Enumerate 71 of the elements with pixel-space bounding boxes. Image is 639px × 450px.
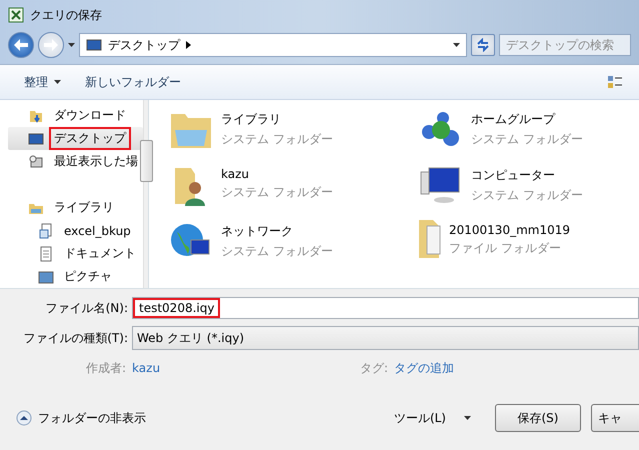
save-button[interactable]: 保存(S) <box>495 404 581 432</box>
back-arrow-icon <box>14 39 28 51</box>
file-type: システム フォルダー <box>221 131 333 148</box>
file-item[interactable]: kazu システム フォルダー <box>169 164 419 220</box>
document-icon <box>38 246 54 262</box>
history-caret-icon <box>68 43 75 47</box>
cancel-button[interactable]: キャ <box>591 404 639 432</box>
tags-label: タグ: <box>360 360 388 376</box>
folder-icon <box>419 220 441 258</box>
sidebar-item[interactable]: excel_bkup <box>8 219 143 242</box>
refresh-button[interactable] <box>471 34 495 56</box>
forward-button[interactable] <box>38 32 64 58</box>
file-type: システム フォルダー <box>221 243 333 260</box>
new-folder-button[interactable]: 新しいフォルダー <box>85 74 181 90</box>
address-bar[interactable]: デスクトップ <box>79 33 467 57</box>
tools-button[interactable]: ツール(L) <box>394 410 471 426</box>
file-item[interactable]: 20100130_mm1019 ファイル フォルダー <box>419 220 639 276</box>
file-name: ホームグループ <box>471 111 556 128</box>
author-link[interactable]: kazu <box>132 361 160 375</box>
file-item[interactable]: ホームグループ システム フォルダー <box>419 108 639 164</box>
picture-icon <box>38 268 54 284</box>
spreadsheet-app-icon <box>8 7 24 23</box>
sidebar-item[interactable]: デスクトップ <box>8 127 143 150</box>
sidebar-item[interactable]: ダウンロード <box>8 104 143 127</box>
caret-icon <box>464 416 471 420</box>
desktop-icon <box>28 130 44 146</box>
filename-field[interactable]: test0208.iqy <box>132 297 639 319</box>
window-title: クエリの保存 <box>30 6 102 24</box>
forward-arrow-icon <box>44 39 58 51</box>
file-item[interactable]: コンピューター システム フォルダー <box>419 164 639 220</box>
search-field[interactable]: デスクトップの検索 <box>499 34 631 56</box>
highlight-frame: デスクトップ <box>49 127 131 150</box>
sidebar-item[interactable]: ピクチャ <box>8 265 143 288</box>
refresh-arrows-icon <box>476 38 490 52</box>
file-type: ファイル フォルダー <box>449 240 562 257</box>
file-name: ネットワーク <box>221 223 294 240</box>
sidebar-label: ピクチャ <box>63 268 113 285</box>
highlight-frame: test0208.iqy <box>133 298 220 318</box>
back-button[interactable] <box>8 32 34 58</box>
address-location: デスクトップ <box>108 36 180 54</box>
view-options-icon[interactable] <box>607 74 623 90</box>
file-name: kazu <box>221 167 250 181</box>
document-library-icon <box>38 222 54 238</box>
sidebar-item[interactable]: ドキュメント <box>8 242 143 265</box>
dropdown-caret-icon <box>453 43 460 47</box>
organize-button[interactable]: 整理 <box>24 74 61 90</box>
file-type: システム フォルダー <box>471 131 583 148</box>
file-item[interactable]: ライブラリ システム フォルダー <box>169 108 419 164</box>
file-item[interactable]: ネットワーク システム フォルダー <box>169 220 419 276</box>
file-type: システム フォルダー <box>221 184 333 201</box>
sidebar-label: 最近表示した場 <box>53 153 139 170</box>
file-name: ライブラリ <box>221 111 282 128</box>
sidebar-label: ドキュメント <box>63 245 137 262</box>
sidebar-label: excel_bkup <box>63 222 132 240</box>
file-name: 20100130_mm1019 <box>449 223 570 237</box>
filename-label: ファイル名(N): <box>44 300 128 316</box>
sidebar-item[interactable]: ライブラリ <box>8 196 143 219</box>
add-tags-link[interactable]: タグの追加 <box>394 360 454 376</box>
file-type: システム フォルダー <box>471 187 583 204</box>
filetype-dropdown[interactable]: Web クエリ (*.iqy) <box>132 326 639 350</box>
sidebar-label: ダウンロード <box>53 107 127 124</box>
sidebar-item[interactable]: 最近表示した場 <box>8 150 143 173</box>
author-label: 作成者: <box>86 360 126 376</box>
caret-icon <box>54 80 61 84</box>
desktop-icon <box>86 37 102 53</box>
recent-places-icon <box>28 154 44 170</box>
breadcrumb-arrow-icon <box>186 41 191 49</box>
hide-folders-button[interactable]: フォルダーの非表示 <box>16 410 146 426</box>
filetype-label: ファイルの種類(T): <box>22 330 128 346</box>
sidebar-label: ライブラリ <box>53 199 115 216</box>
file-name: コンピューター <box>471 167 556 184</box>
